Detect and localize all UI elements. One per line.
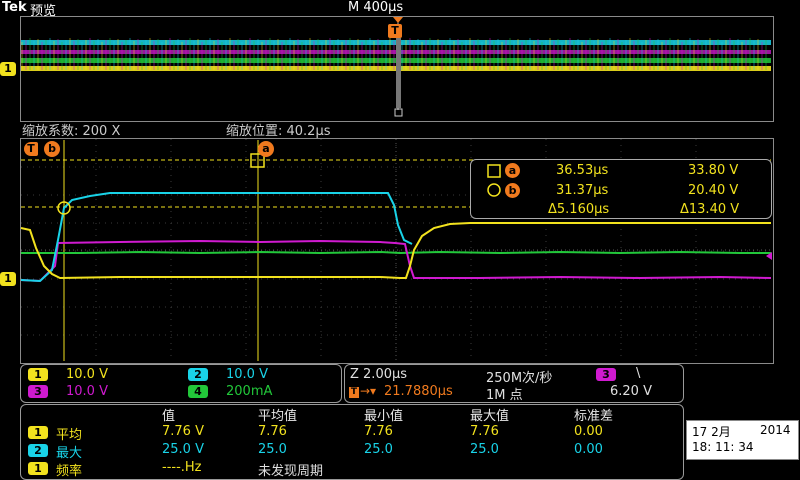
meas-row-1-name: 平均 — [56, 428, 83, 443]
record-length[interactable]: 1M 点 — [486, 384, 523, 403]
trigger-level[interactable]: 6.20 V — [610, 384, 652, 399]
meas-row-2-name: 最大 — [56, 446, 83, 461]
time-label: 18: 11: 34 — [692, 440, 754, 454]
meas-row-1-badge[interactable]: 1 — [28, 426, 48, 439]
trig-slope-icon[interactable]: \ — [636, 366, 640, 381]
meas-row-3-note: 未发现周期 — [258, 464, 324, 479]
meas-header-value: 值 — [162, 409, 176, 424]
meas-header-stddev: 标准差 — [574, 409, 614, 424]
trig-arrow-icon: →▾ — [360, 384, 377, 398]
trigger-position[interactable]: 21.7880µs — [384, 384, 453, 399]
ch3-scale[interactable]: 10.0 V — [66, 384, 108, 399]
meas-row-3-name: 频率 — [56, 464, 83, 479]
cursor-a-time: 36.53µs — [556, 163, 609, 178]
meas-row-2-badge[interactable]: 2 — [28, 444, 48, 457]
ch1-badge[interactable]: 1 — [28, 368, 48, 381]
cursor-delta-volt: Δ13.40 V — [680, 202, 740, 217]
meas-header-max: 最大值 — [470, 409, 510, 424]
meas-row-1-min: 7.76 — [364, 424, 393, 439]
meas-row-2-stddev: 0.00 — [574, 442, 603, 457]
cursor-delta-time: Δ5.160µs — [548, 202, 610, 217]
trig-position-icon: T — [349, 387, 359, 398]
meas-row-2-value: 25.0 V — [162, 442, 204, 457]
meas-row-1-stddev: 0.00 — [574, 424, 603, 439]
meas-row-3-badge[interactable]: 1 — [28, 462, 48, 475]
ch1-scale[interactable]: 10.0 V — [66, 367, 108, 382]
cursor-b-volt: 20.40 V — [688, 183, 739, 198]
cursor-a-volt: 33.80 V — [688, 163, 739, 178]
meas-row-1-mean: 7.76 — [258, 424, 287, 439]
date-label: 17 2月 — [692, 425, 731, 439]
meas-header-min: 最小值 — [364, 409, 404, 424]
meas-row-1-value: 7.76 V — [162, 424, 204, 439]
year-label: 2014 — [760, 423, 791, 437]
ch2-scale[interactable]: 10.0 V — [226, 367, 268, 382]
ch4-badge[interactable]: 4 — [188, 385, 208, 398]
meas-header-mean: 平均值 — [258, 409, 298, 424]
meas-row-3-value: ----.Hz — [162, 460, 202, 475]
trig-source-badge[interactable]: 3 — [596, 368, 616, 381]
meas-row-2-min: 25.0 — [364, 442, 393, 457]
meas-row-2-max: 25.0 — [470, 442, 499, 457]
ch3-badge[interactable]: 3 — [28, 385, 48, 398]
ch2-badge[interactable]: 2 — [188, 368, 208, 381]
cursor-b-time: 31.37µs — [556, 183, 609, 198]
cursor-b-icon: b — [505, 183, 520, 198]
meas-row-1-max: 7.76 — [470, 424, 499, 439]
meas-row-2-mean: 25.0 — [258, 442, 287, 457]
zoom-timebase[interactable]: Z 2.00µs — [350, 367, 407, 382]
ch4-scale[interactable]: 200mA — [226, 384, 272, 399]
cursor-a-icon: a — [505, 163, 520, 178]
